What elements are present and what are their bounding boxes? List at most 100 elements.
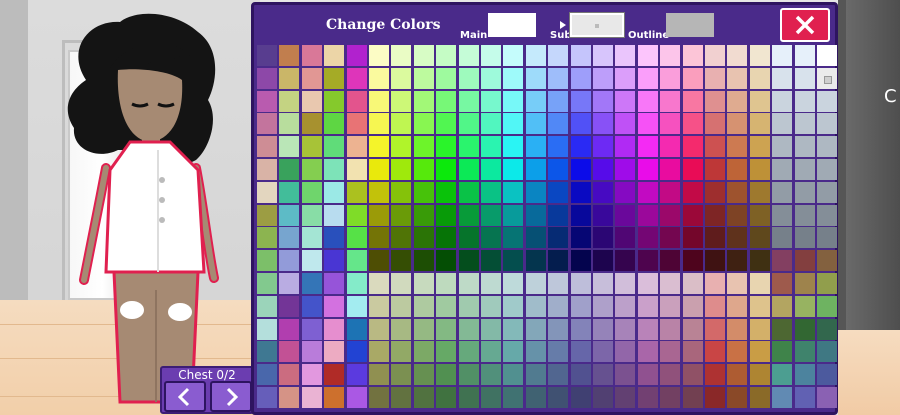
color-swatch-cell[interactable] [503,295,524,317]
color-swatch-cell[interactable] [413,113,434,135]
color-swatch-cell[interactable] [570,204,591,226]
color-swatch-cell[interactable] [615,364,636,386]
color-swatch-cell[interactable] [436,250,457,272]
color-swatch-cell[interactable] [257,250,277,272]
color-swatch-cell[interactable] [570,273,591,294]
color-swatch-cell[interactable] [637,113,658,135]
color-swatch-cell[interactable] [301,273,322,294]
color-swatch-cell[interactable] [324,45,345,66]
color-swatch-cell[interactable] [458,113,479,135]
color-swatch-cell[interactable] [548,45,569,66]
color-swatch-cell[interactable] [369,67,389,89]
color-swatch-cell[interactable] [369,387,389,408]
color-swatch-cell[interactable] [346,45,367,66]
color-swatch-cell[interactable] [772,204,793,226]
color-swatch-cell[interactable] [436,387,457,408]
color-swatch-cell[interactable] [391,113,412,135]
color-swatch-cell[interactable] [749,136,770,158]
color-swatch-cell[interactable] [817,90,837,112]
color-swatch-cell[interactable] [324,181,345,203]
color-swatch-cell[interactable] [593,250,613,272]
color-swatch-cell[interactable] [817,159,837,180]
color-swatch-cell[interactable] [301,90,322,112]
color-swatch-cell[interactable] [682,318,703,340]
color-swatch-cell[interactable] [727,204,748,226]
color-swatch-cell[interactable] [346,67,367,89]
color-swatch-cell[interactable] [682,90,703,112]
color-swatch-cell[interactable] [817,113,837,135]
color-swatch-cell[interactable] [682,341,703,363]
color-swatch-cell[interactable] [727,159,748,180]
color-swatch-cell[interactable] [727,341,748,363]
color-swatch-cell[interactable] [794,45,815,66]
color-swatch-cell[interactable] [503,204,524,226]
color-swatch-cell[interactable] [458,181,479,203]
color-swatch-cell[interactable] [817,341,837,363]
color-swatch-cell[interactable] [772,67,793,89]
color-swatch-cell[interactable] [570,113,591,135]
color-swatch-cell[interactable] [682,295,703,317]
color-swatch-cell[interactable] [279,250,300,272]
color-swatch-cell[interactable] [817,204,837,226]
color-swatch-cell[interactable] [615,295,636,317]
color-swatch-cell[interactable] [794,318,815,340]
color-swatch-cell[interactable] [637,181,658,203]
color-swatch-cell[interactable] [346,113,367,135]
color-swatch-cell[interactable] [481,181,501,203]
color-swatch-cell[interactable] [794,387,815,408]
color-swatch-cell[interactable] [458,295,479,317]
main-color-swatch[interactable] [488,13,536,37]
color-swatch-cell[interactable] [279,318,300,340]
color-swatch-cell[interactable] [637,341,658,363]
color-swatch-cell[interactable] [525,90,546,112]
color-swatch-cell[interactable] [749,204,770,226]
color-swatch-cell[interactable] [391,159,412,180]
color-swatch-cell[interactable] [705,159,725,180]
color-swatch-cell[interactable] [817,318,837,340]
color-swatch-cell[interactable] [817,227,837,249]
color-swatch-cell[interactable] [481,250,501,272]
color-swatch-cell[interactable] [660,364,681,386]
color-swatch-cell[interactable] [749,341,770,363]
prev-button[interactable] [164,381,206,412]
color-swatch-cell[interactable] [525,250,546,272]
color-swatch-cell[interactable] [637,227,658,249]
next-button[interactable] [210,381,252,412]
color-swatch-cell[interactable] [570,295,591,317]
color-swatch-cell[interactable] [257,387,277,408]
color-swatch-cell[interactable] [413,250,434,272]
color-swatch-cell[interactable] [436,364,457,386]
color-swatch-cell[interactable] [772,318,793,340]
color-swatch-cell[interactable] [705,387,725,408]
color-swatch-cell[interactable] [637,204,658,226]
color-swatch-cell[interactable] [772,250,793,272]
color-swatch-cell[interactable] [503,136,524,158]
color-swatch-cell[interactable] [458,67,479,89]
color-swatch-cell[interactable] [660,250,681,272]
color-swatch-cell[interactable] [705,250,725,272]
color-swatch-cell[interactable] [727,295,748,317]
color-swatch-cell[interactable] [324,295,345,317]
color-swatch-cell[interactable] [682,136,703,158]
color-swatch-cell[interactable] [772,159,793,180]
color-swatch-cell[interactable] [301,250,322,272]
color-swatch-cell[interactable] [615,341,636,363]
color-swatch-cell[interactable] [660,318,681,340]
color-swatch-cell[interactable] [391,295,412,317]
color-swatch-cell[interactable] [593,295,613,317]
color-swatch-cell[interactable] [615,67,636,89]
color-swatch-cell[interactable] [749,113,770,135]
color-swatch-cell[interactable] [660,273,681,294]
color-swatch-cell[interactable] [503,273,524,294]
color-swatch-cell[interactable] [749,90,770,112]
color-swatch-cell[interactable] [570,90,591,112]
color-swatch-cell[interactable] [682,181,703,203]
color-swatch-cell[interactable] [772,181,793,203]
color-swatch-cell[interactable] [391,204,412,226]
color-swatch-cell[interactable] [593,273,613,294]
color-swatch-cell[interactable] [705,273,725,294]
color-swatch-cell[interactable] [727,90,748,112]
color-swatch-cell[interactable] [525,318,546,340]
color-swatch-cell[interactable] [772,90,793,112]
color-swatch-cell[interactable] [727,250,748,272]
